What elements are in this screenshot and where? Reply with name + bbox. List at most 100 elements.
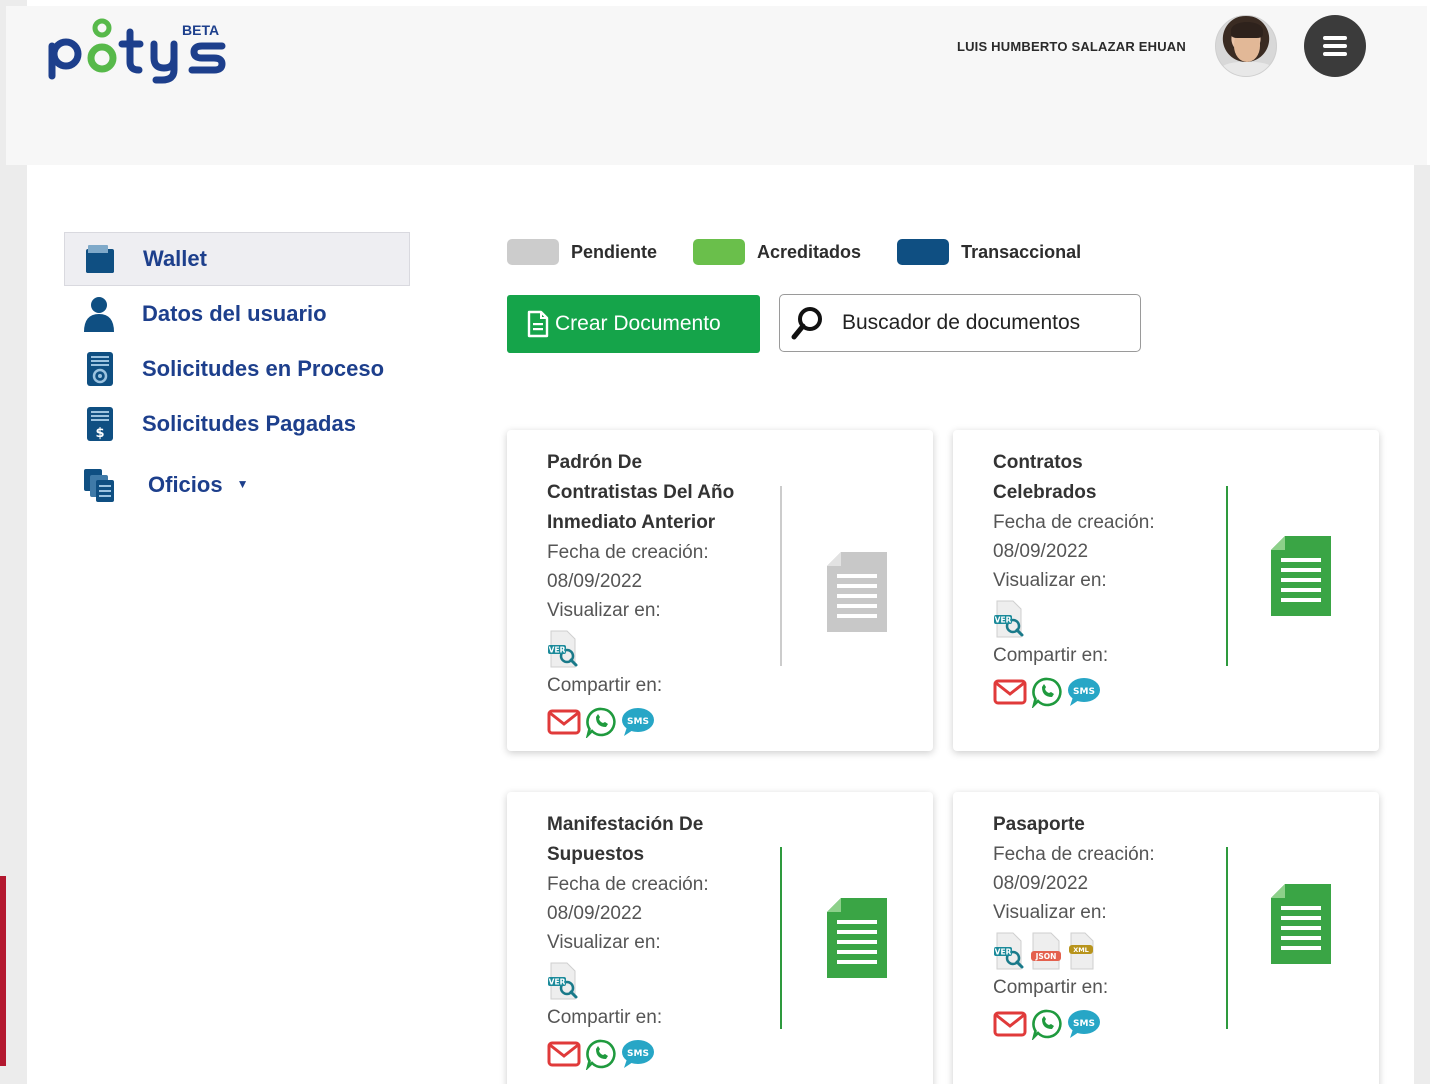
legend-swatch [693,239,746,265]
folder-icon [86,245,114,273]
card-title-line: Manifestación De [547,814,704,835]
search-icon [791,307,822,340]
status-legend: Pendiente Acreditados Transaccional [507,238,1117,266]
sms-icon[interactable]: SMS [1067,1009,1101,1039]
top-header: BETA LUIS HUMBERTO SALAZAR EHUAN [6,6,1427,165]
created-date: 08/09/2022 [993,541,1089,562]
legend-label: Transaccional [961,241,1082,262]
whatsapp-icon[interactable] [585,1038,617,1070]
process-document-icon [87,352,113,386]
document-card[interactable]: Contratos Celebrados Fecha de creación: … [953,430,1379,751]
svg-text:VER: VER [995,616,1012,625]
email-icon[interactable] [547,708,581,736]
svg-text:VER: VER [549,978,566,987]
email-icon[interactable] [993,1010,1027,1038]
ver-file-icon[interactable]: VER [547,629,579,669]
document-card[interactable]: Padrón De Contratistas Del Año Inmediato… [507,430,933,751]
document-status-icon [827,552,887,632]
created-date: 08/09/2022 [547,903,643,924]
card-title-line: Inmediato Anterior [547,512,716,533]
oficios-label: Oficios [148,472,223,497]
ver-file-icon[interactable]: VER [547,961,579,1001]
sidebar-item-user-data[interactable]: Datos del usuario [64,287,410,341]
created-label: Fecha de creación: [547,874,709,895]
stacked-documents-icon [84,469,114,502]
sms-label: SMS [1073,687,1095,697]
card-title-line: Supuestos [547,844,645,865]
view-label: Visualizar en: [993,902,1107,923]
create-document-label: Crear Documento [555,312,721,335]
side-accent [0,876,6,1066]
card-text: Pasaporte Fecha de creación: 08/09/2022 … [993,810,1213,1042]
whatsapp-icon[interactable] [1031,1008,1063,1040]
json-file-icon[interactable]: JSON [1029,931,1063,971]
view-label: Visualizar en: [993,570,1107,591]
user-icon [84,297,114,332]
status-divider [780,847,782,1029]
share-channels: SMS [993,1006,1213,1042]
whatsapp-icon[interactable] [1031,676,1063,708]
document-status-icon [1271,884,1331,964]
view-formats: VER [547,629,767,669]
beta-badge: BETA [182,22,220,38]
legend-label: Acreditados [757,241,862,262]
status-divider [1226,486,1228,666]
sms-label: SMS [1073,1019,1095,1029]
sms-label: SMS [627,1049,649,1059]
document-status-icon [827,898,887,978]
legend-item-accredited: Acreditados [693,239,861,265]
card-text: Manifestación De Supuestos Fecha de crea… [547,810,767,1072]
share-label: Compartir en: [993,645,1109,666]
menu-button[interactable] [1304,15,1366,77]
sidebar-item-label: Oficios ▼ [148,472,248,498]
svg-text:$: $ [95,426,104,441]
sms-icon[interactable]: SMS [621,1039,655,1069]
card-text: Contratos Celebrados Fecha de creación: … [993,448,1213,710]
card-title-line: Celebrados [993,482,1097,503]
card-text: Padrón De Contratistas Del Año Inmediato… [547,448,767,740]
right-frame [1414,165,1430,1084]
whatsapp-icon[interactable] [585,706,617,738]
document-card[interactable]: Manifestación De Supuestos Fecha de crea… [507,792,933,1084]
sidebar-item-oficios[interactable]: Oficios ▼ [64,458,410,512]
caret-down-icon[interactable]: ▼ [237,477,249,491]
card-title-line: Padrón De [547,452,643,473]
ver-file-icon[interactable]: VER [993,931,1025,971]
created-date: 08/09/2022 [547,571,643,592]
share-channels: SMS [547,1036,767,1072]
card-title-line: Contratos [993,452,1083,473]
document-icon [527,310,549,338]
svg-text:VER: VER [549,646,566,655]
legend-item-transactional: Transaccional [897,239,1081,265]
email-icon[interactable] [993,678,1027,706]
created-date: 08/09/2022 [993,873,1089,894]
user-name[interactable]: LUIS HUMBERTO SALAZAR EHUAN [957,39,1186,54]
email-icon[interactable] [547,1040,581,1068]
view-formats: VER JSON XML [993,931,1213,971]
share-label: Compartir en: [993,977,1109,998]
legend-swatch [897,239,950,265]
ver-file-icon[interactable]: VER [993,599,1025,639]
sidebar-item-label: Solicitudes en Proceso [142,356,385,381]
view-formats: VER [993,599,1213,639]
user-avatar[interactable] [1215,15,1277,77]
sidebar-item-wallet[interactable]: Wallet [64,232,410,286]
share-label: Compartir en: [547,1007,663,1028]
sidebar-item-paid-requests[interactable]: $ Solicitudes Pagadas [64,397,410,451]
sms-icon[interactable]: SMS [1067,677,1101,707]
legend-label: Pendiente [571,241,658,262]
potys-logo[interactable]: BETA [46,14,246,84]
search-input[interactable] [842,311,1122,335]
status-divider [780,486,782,666]
sms-icon[interactable]: SMS [621,707,655,737]
paid-document-icon: $ [87,407,113,441]
document-card[interactable]: Pasaporte Fecha de creación: 08/09/2022 … [953,792,1379,1084]
view-label: Visualizar en: [547,932,661,953]
card-title-line: Contratistas Del Año [547,482,735,503]
document-search[interactable] [779,294,1141,352]
xml-file-icon[interactable]: XML [1067,931,1097,971]
sidebar-item-label: Datos del usuario [142,301,327,326]
legend-swatch [507,239,559,265]
sidebar-item-requests-in-process[interactable]: Solicitudes en Proceso [64,342,410,396]
create-document-button[interactable]: Crear Documento [507,295,760,353]
